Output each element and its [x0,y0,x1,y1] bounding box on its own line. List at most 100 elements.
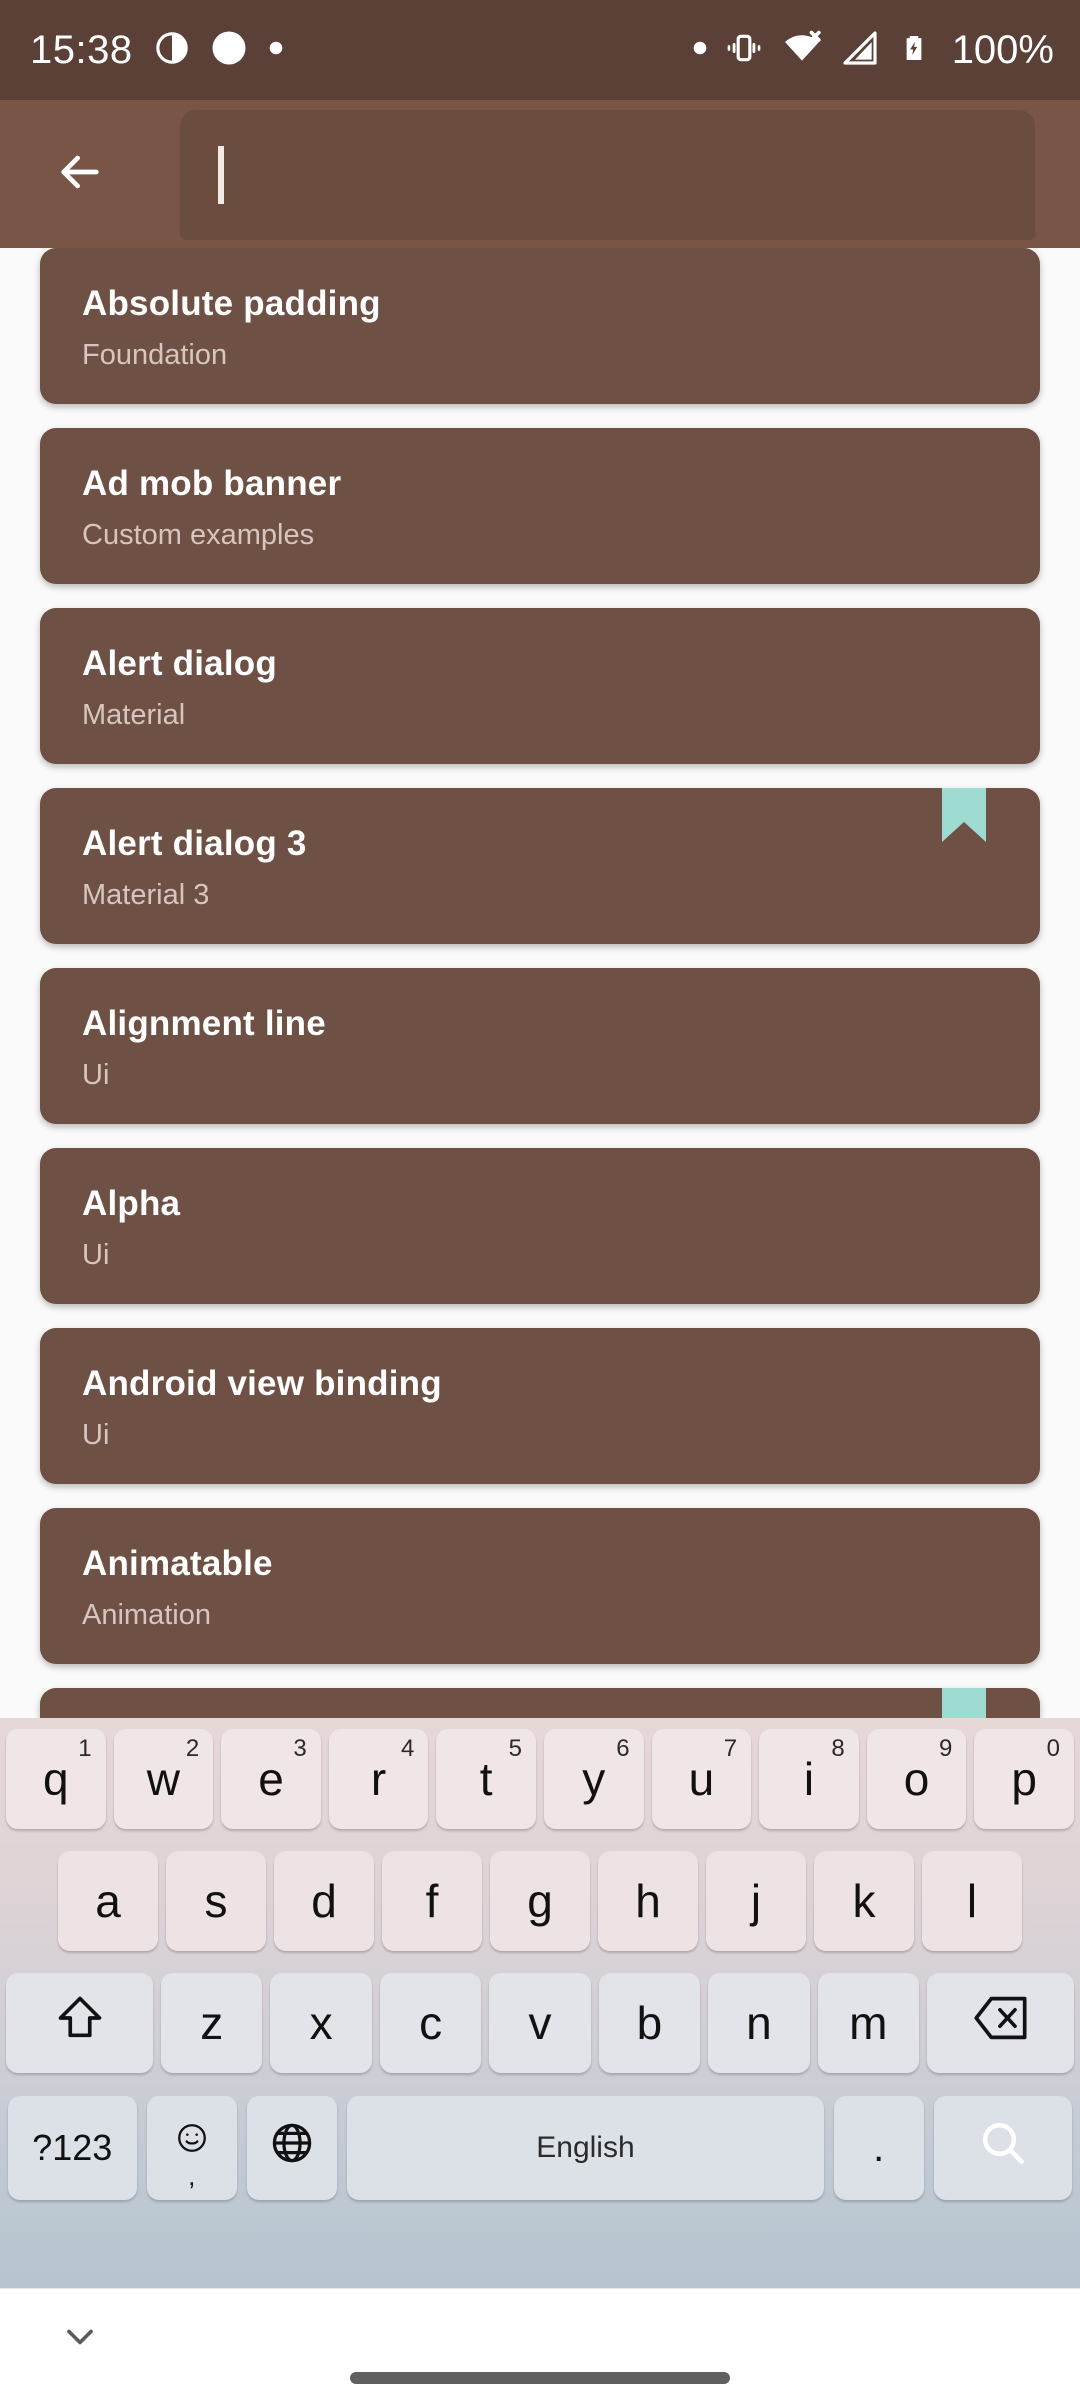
key-s[interactable]: s [166,1851,266,1951]
bookmark-icon[interactable] [942,788,986,842]
key-u[interactable]: 7u [651,1729,752,1829]
list-item-partial[interactable] [40,1688,1040,1718]
key-o[interactable]: 9o [866,1729,967,1829]
vibrate-icon [724,28,764,73]
list-item[interactable]: Alert dialog 3 Material 3 [40,788,1040,944]
key-sup: 5 [508,1735,522,1762]
key-e[interactable]: 3e [221,1729,321,1829]
list-item-title: Animatable [82,1544,273,1583]
key-p[interactable]: 0p [974,1729,1074,1829]
key-period[interactable]: . [833,2096,924,2200]
key-label: q [43,1753,69,1805]
key-label: r [370,1753,387,1805]
key-x[interactable]: x [270,1973,372,2073]
key-numeric-switch[interactable]: ?123 [8,2096,137,2200]
list-item-subtitle: Foundation [82,339,228,371]
status-bar-left: 15:38 [30,30,283,71]
key-w[interactable]: 2w [113,1729,214,1829]
back-button[interactable] [38,132,122,216]
signal-off-icon [840,28,880,73]
list-item-title: Alert dialog [82,644,277,683]
status-bar-battery-percent: 100% [951,28,1054,72]
phone-screen: 15:38 100% Absolute padding Foundation A… [0,0,1080,2400]
list-item[interactable]: Alert dialog Material [40,608,1040,764]
bookmark-icon[interactable] [942,1688,986,1718]
key-c[interactable]: c [379,1973,482,2073]
key-label: y [582,1753,606,1805]
status-bar-right: 100% [693,27,1054,74]
key-g[interactable]: g [490,1851,590,1951]
key-q[interactable]: 1q [6,1729,106,1829]
key-h[interactable]: h [598,1851,698,1951]
list-item[interactable]: Animatable Animation [40,1508,1040,1664]
key-k[interactable]: k [814,1851,914,1951]
hide-keyboard-button[interactable] [40,2309,120,2369]
key-label: u [688,1753,715,1805]
keyboard-row-3: z x c v b n m [0,1962,1080,2084]
key-j[interactable]: j [706,1851,806,1951]
key-label: o [903,1753,930,1805]
arrow-left-icon [52,144,108,205]
key-f[interactable]: f [382,1851,482,1951]
key-label: i [803,1753,815,1805]
list-item-subtitle: Material [82,699,186,731]
wifi-off-icon [781,27,823,74]
list-item-title: Android view binding [82,1364,442,1403]
gesture-navigation-bar[interactable] [350,2372,730,2384]
key-backspace[interactable] [927,1973,1075,2073]
key-n[interactable]: n [708,1973,810,2073]
list-item-subtitle: Custom examples [82,519,315,551]
list-item-title: Alert dialog 3 [82,824,307,863]
list-item[interactable]: Alignment line Ui [40,968,1040,1124]
results-list[interactable]: Absolute padding Foundation Ad mob banne… [0,248,1080,1718]
small-dot-icon [693,41,707,60]
key-i[interactable]: 8i [759,1729,859,1829]
list-item-title: Absolute padding [82,284,381,323]
smiley-icon [175,2112,209,2166]
key-shift[interactable] [6,1973,154,2073]
battery-charging-icon [897,31,931,70]
key-sup: 7 [723,1735,738,1762]
key-t[interactable]: 5t [436,1729,536,1829]
status-bar: 15:38 100% [0,0,1080,100]
key-v[interactable]: v [489,1973,591,2073]
key-r[interactable]: 4r [328,1729,429,1829]
key-z[interactable]: z [161,1973,263,2073]
list-item[interactable]: Android view binding Ui [40,1328,1040,1484]
app-bar [0,100,1080,248]
circle-notification-icon [211,30,247,71]
key-sup: 9 [938,1735,953,1762]
key-b[interactable]: b [598,1973,701,2073]
globe-icon [269,2120,315,2177]
key-sup: 0 [1046,1735,1060,1762]
search-icon [977,2117,1029,2180]
list-item-subtitle: Ui [82,1239,110,1271]
keyboard-row-2: a s d f g h j k l [0,1840,1080,1962]
key-y[interactable]: 6y [543,1729,644,1829]
key-sup: 4 [401,1735,415,1762]
key-a[interactable]: a [58,1851,158,1951]
key-sup: 2 [185,1735,200,1762]
key-label: e [258,1753,284,1805]
key-l[interactable]: l [922,1851,1022,1951]
key-m[interactable]: m [817,1973,919,2073]
key-d[interactable]: d [274,1851,374,1951]
search-input[interactable] [180,110,1035,240]
list-item-subtitle: Ui [82,1059,110,1091]
key-emoji[interactable]: , [146,2096,237,2200]
chevron-down-icon [58,2315,102,2364]
key-space[interactable]: English [347,2096,824,2200]
key-sup: 6 [616,1735,630,1762]
list-item[interactable]: Ad mob banner Custom examples [40,428,1040,584]
list-item-title: Alignment line [82,1004,326,1043]
list-item[interactable]: Absolute padding Foundation [40,248,1040,404]
shift-icon [54,1992,106,2055]
list-item-subtitle: Material 3 [82,879,210,911]
key-language-switch[interactable] [246,2096,338,2200]
on-screen-keyboard[interactable]: 1q 2w 3e 4r 5t 6y 7u 8i 9o 0p a s d f g … [0,1718,1080,2288]
comma-label: , [188,2161,196,2191]
list-item-subtitle: Ui [82,1419,110,1451]
list-item[interactable]: Alpha Ui [40,1148,1040,1304]
contrast-dot-icon [155,31,189,70]
key-search-enter[interactable] [933,2096,1073,2200]
